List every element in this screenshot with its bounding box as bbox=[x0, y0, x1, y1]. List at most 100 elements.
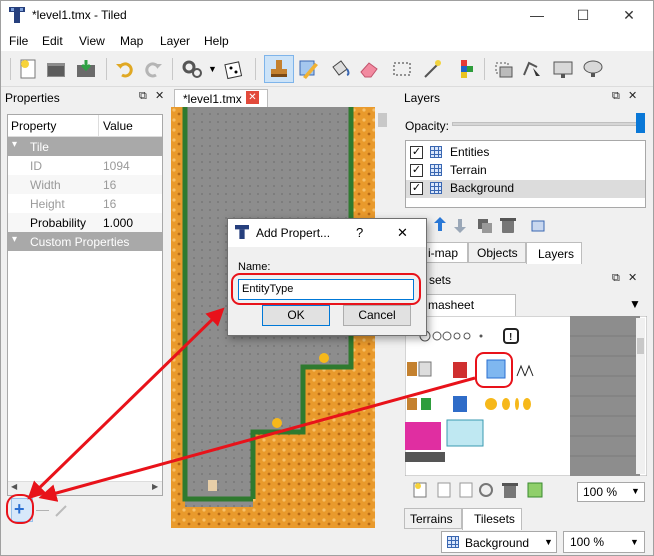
prop-value: 1094 bbox=[103, 159, 130, 173]
toolbar-separator bbox=[172, 58, 173, 80]
prop-name: Height bbox=[30, 197, 65, 211]
tab-layers-label: Layers bbox=[538, 247, 575, 261]
remove-property-icon[interactable]: — bbox=[36, 502, 49, 517]
tileset-zoom-value: 100 % bbox=[583, 485, 618, 499]
chevron-down-icon[interactable]: ▼ bbox=[631, 486, 640, 496]
bucket-fill-icon[interactable] bbox=[327, 57, 351, 81]
tile-layer-icon bbox=[430, 182, 442, 194]
float-panel-icon[interactable]: ⧉ bbox=[612, 90, 620, 103]
layer-visibility-checkbox[interactable]: ✓ bbox=[410, 164, 423, 177]
float-panel-icon[interactable]: ⧉ bbox=[612, 272, 620, 285]
dialog-help-button[interactable]: ? bbox=[356, 225, 363, 240]
close-panel-icon[interactable]: ✕ bbox=[628, 89, 637, 102]
random-dice-icon[interactable] bbox=[222, 57, 246, 81]
rect-select-icon[interactable] bbox=[390, 57, 414, 81]
prop-value: 16 bbox=[103, 197, 117, 211]
undo-icon[interactable] bbox=[113, 57, 137, 81]
layer-visibility-checkbox[interactable]: ✓ bbox=[410, 182, 423, 195]
prop-value[interactable]: 1.000 bbox=[103, 216, 133, 230]
tile-layer-icon bbox=[430, 164, 442, 176]
properties-panel-title: Properties bbox=[5, 91, 60, 105]
stamp-brush-icon[interactable] bbox=[267, 57, 291, 81]
redo-icon[interactable] bbox=[141, 57, 165, 81]
svg-text:!: ! bbox=[509, 332, 512, 343]
commands-gear-icon[interactable] bbox=[180, 57, 204, 81]
select-same-tile-icon[interactable] bbox=[452, 57, 476, 81]
layer-name: Terrain bbox=[450, 163, 487, 177]
dialog-close-button[interactable]: ✕ bbox=[397, 225, 408, 241]
layer-name: Entities bbox=[450, 145, 490, 159]
column-divider bbox=[98, 115, 99, 137]
annotation-ring-add bbox=[6, 494, 34, 524]
magic-wand-icon[interactable] bbox=[420, 57, 444, 81]
chevron-down-icon[interactable]: ▼ bbox=[544, 537, 553, 547]
annotation-ring-tile bbox=[475, 352, 513, 388]
annotation-ring-name-input bbox=[231, 273, 421, 305]
tab-close-icon[interactable]: ✕ bbox=[246, 91, 259, 104]
chevron-down-icon[interactable]: ▼ bbox=[208, 64, 217, 74]
prop-name: Probability bbox=[30, 216, 87, 230]
opacity-slider-track[interactable] bbox=[452, 122, 642, 126]
prop-value: 16 bbox=[103, 178, 117, 192]
layer-actions-toolbar bbox=[434, 217, 545, 233]
insert-rect-icon[interactable] bbox=[551, 57, 575, 81]
save-icon[interactable] bbox=[74, 57, 98, 81]
tileset-actions-toolbar bbox=[413, 482, 543, 498]
menu-map[interactable]: Map bbox=[120, 34, 143, 48]
horizontal-scrollbar[interactable] bbox=[8, 481, 162, 495]
column-header-value[interactable]: Value bbox=[103, 119, 133, 133]
tab-level1-label: *level1.tmx bbox=[183, 92, 242, 106]
tiled-app-icon bbox=[235, 225, 249, 239]
layer-visibility-checkbox[interactable]: ✓ bbox=[410, 146, 423, 159]
menu-view[interactable]: View bbox=[79, 34, 105, 48]
close-panel-icon[interactable]: ✕ bbox=[628, 271, 637, 284]
opacity-label: Opacity: bbox=[405, 119, 450, 133]
cancel-button[interactable]: Cancel bbox=[343, 305, 411, 326]
terrain-brush-icon[interactable] bbox=[297, 57, 321, 81]
ok-button[interactable]: OK bbox=[262, 305, 330, 326]
tile-layer-icon bbox=[447, 536, 459, 548]
close-button[interactable]: ✕ bbox=[606, 1, 652, 31]
tileset-menu-chevron-icon[interactable]: ▼ bbox=[629, 297, 641, 311]
prop-name: Width bbox=[30, 178, 61, 192]
menu-edit[interactable]: Edit bbox=[42, 34, 63, 48]
window-title: *level1.tmx - Tiled bbox=[32, 8, 127, 22]
chevron-down-icon[interactable]: ▼ bbox=[630, 537, 639, 547]
tab-objects-label: Objects bbox=[477, 246, 518, 260]
new-file-icon[interactable] bbox=[16, 57, 40, 81]
open-folder-icon[interactable] bbox=[44, 57, 68, 81]
float-panel-icon[interactable]: ⧉ bbox=[139, 90, 147, 103]
menu-file[interactable]: File bbox=[9, 34, 28, 48]
eraser-icon[interactable] bbox=[357, 57, 381, 81]
raise-layer-icon bbox=[434, 217, 446, 231]
maximize-button[interactable]: ☐ bbox=[560, 1, 606, 31]
tiled-app-icon bbox=[9, 7, 25, 23]
toolbar-separator bbox=[255, 58, 256, 80]
toolbar-grip bbox=[10, 58, 11, 80]
tab-mini-map-label: i-map bbox=[428, 246, 459, 260]
scroll-left-icon[interactable]: ◀ bbox=[11, 482, 17, 491]
dialog-title: Add Propert... bbox=[256, 226, 331, 240]
opacity-slider-handle[interactable] bbox=[636, 113, 645, 133]
menu-help[interactable]: Help bbox=[204, 34, 229, 48]
menu-layer[interactable]: Layer bbox=[160, 34, 190, 48]
column-header-property[interactable]: Property bbox=[11, 119, 56, 133]
insert-ellipse-icon[interactable] bbox=[581, 57, 605, 81]
expand-arrow-icon[interactable]: ▾ bbox=[12, 139, 17, 150]
tilesets-panel-title: sets bbox=[429, 273, 452, 287]
expand-arrow-icon[interactable]: ▾ bbox=[12, 234, 17, 245]
scroll-right-icon[interactable]: ▶ bbox=[152, 482, 158, 491]
tab-tilesets-label: Tilesets bbox=[474, 512, 515, 526]
rename-property-icon[interactable] bbox=[54, 502, 70, 518]
toolbar-separator bbox=[106, 58, 107, 80]
current-layer-value: Background bbox=[465, 536, 530, 550]
tab-terrains-label: Terrains bbox=[410, 512, 453, 526]
tileset-view[interactable]: ! bbox=[405, 316, 647, 476]
close-panel-icon[interactable]: ✕ bbox=[155, 89, 164, 102]
dialog-name-label: Name: bbox=[238, 261, 271, 273]
tile-layer-icon bbox=[430, 146, 442, 158]
edit-polygon-icon[interactable] bbox=[520, 57, 544, 81]
minimize-button[interactable]: — bbox=[514, 1, 560, 31]
toolbar-separator bbox=[484, 58, 485, 80]
object-select-icon[interactable] bbox=[492, 57, 516, 81]
